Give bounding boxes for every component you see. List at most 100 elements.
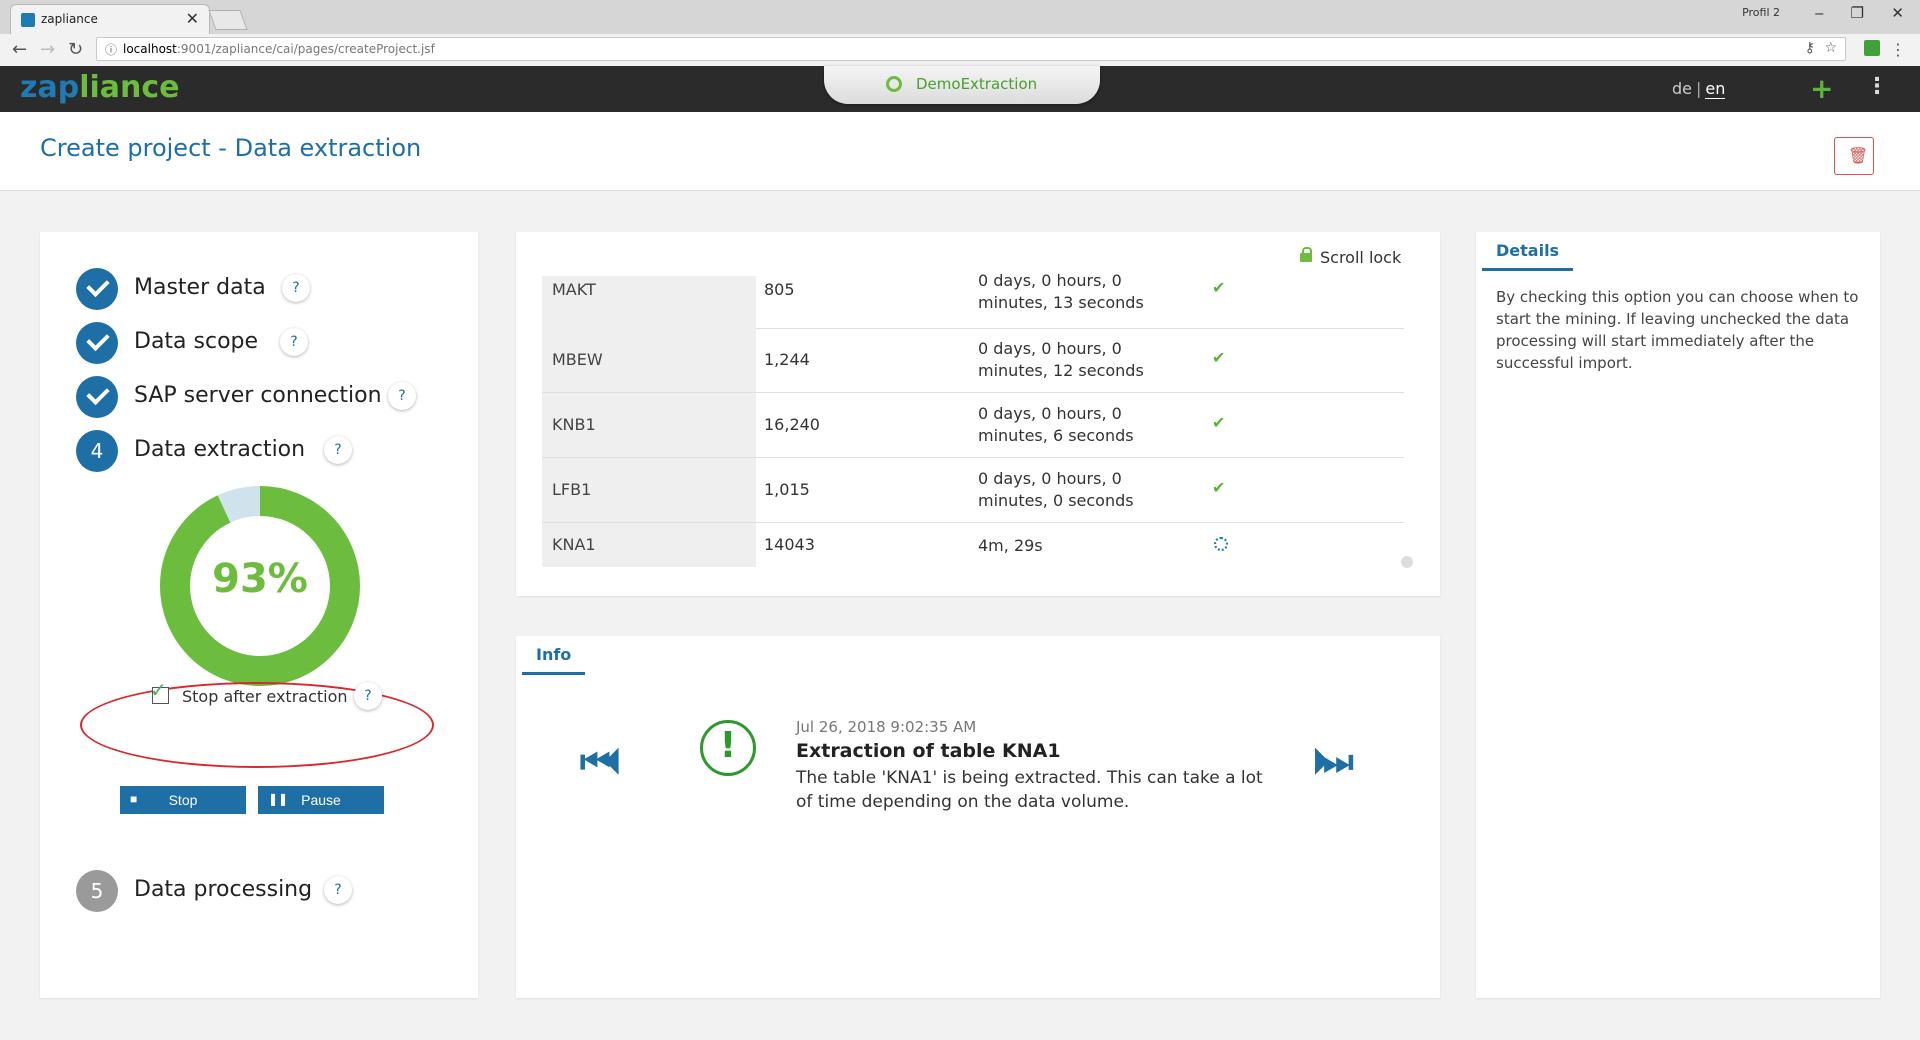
logo-part2: liance <box>79 70 180 105</box>
duration-line1: 0 days, 0 hours, 0 <box>978 404 1122 423</box>
prev-message-icons[interactable]: ⏮⏴ <box>580 742 622 782</box>
browser-tabstrip: zapliance ✕ Profil 2 ‒ ❐ ✕ <box>0 0 1920 34</box>
table-row: MAKT 805 0 days, 0 hours, 0 minutes, 13 s… <box>542 271 1404 329</box>
message-body: The table 'KNA1' is being extracted. Thi… <box>796 768 1263 812</box>
delete-button[interactable]: 🗑 <box>1834 137 1874 175</box>
minimize-icon[interactable]: ‒ <box>1814 4 1824 22</box>
trash-icon: 🗑 <box>1848 146 1869 165</box>
table-name: KNA1 <box>542 523 756 567</box>
scroll-indicator[interactable] <box>1401 556 1413 568</box>
info-panel: Info ⏮⏴ ! Jul 26, 2018 9:02:35 AM Extrac… <box>516 636 1440 998</box>
check-icon: ✔ <box>1212 348 1226 367</box>
star-icon[interactable]: ☆ <box>1824 40 1837 56</box>
address-bar[interactable]: ⓘ localhost:9001/zapliance/cai/pages/cre… <box>96 37 1846 61</box>
tab-details[interactable]: Details <box>1482 238 1574 271</box>
back-icon[interactable]: ← <box>12 39 27 60</box>
pause-button[interactable]: ❚❚ Pause <box>258 786 384 814</box>
tab-title: zapliance <box>41 12 98 26</box>
check-icon <box>76 268 118 310</box>
info-icon[interactable]: ⓘ <box>105 41 117 58</box>
next-message-icons[interactable]: ⏵⏭ <box>1312 742 1354 782</box>
help-icon[interactable]: ? <box>354 682 382 710</box>
new-tab-button[interactable] <box>208 10 248 30</box>
language-switch: de | en <box>1672 79 1726 99</box>
url-path: :9001/zapliance/cai/pages/createProject.… <box>176 42 435 56</box>
project-tab-label: DemoExtraction <box>916 75 1038 93</box>
table-name: MBEW <box>542 328 756 392</box>
check-icon <box>76 322 118 364</box>
step-label: Data extraction <box>134 437 306 462</box>
help-icon[interactable]: ? <box>324 436 352 464</box>
duration-line2: minutes, 6 seconds <box>978 426 1134 445</box>
plus-icon[interactable]: + <box>1810 72 1833 105</box>
key-icon[interactable]: ⚷ <box>1805 40 1815 56</box>
loading-spinner-icon <box>1214 537 1228 551</box>
last-message-icon[interactable]: ⏭ <box>1323 742 1354 782</box>
stop-after-extraction[interactable]: ✓ Stop after extraction ? <box>114 678 434 712</box>
lang-en[interactable]: en <box>1705 79 1726 99</box>
message-date: Jul 26, 2018 9:02:35 AM <box>796 718 977 736</box>
extraction-table-panel: Scroll lock MAKT 805 0 days, 0 hours, 0 m… <box>516 232 1440 596</box>
progress-percent: 93% <box>212 556 308 602</box>
kebab-menu-icon[interactable]: ⋮ <box>1866 74 1888 99</box>
scroll-lock-toggle[interactable]: Scroll lock <box>1300 247 1401 267</box>
extension-icon[interactable] <box>1864 40 1880 56</box>
table-row: KNA1 14043 4m, 29s <box>542 523 1404 567</box>
browser-toolbar: ← → ↻ ⓘ localhost:9001/zapliance/cai/pag… <box>0 34 1920 67</box>
duration: 0 days, 0 hours, 0 minutes, 13 seconds <box>978 270 1178 314</box>
check-icon: ✔ <box>1212 478 1226 497</box>
row-count: 1,015 <box>764 480 810 499</box>
restore-icon[interactable]: ❐ <box>1851 4 1864 22</box>
browser-tab[interactable]: zapliance ✕ <box>10 4 210 34</box>
step-label: Data scope <box>134 329 259 354</box>
close-window-icon[interactable]: ✕ <box>1891 4 1904 22</box>
project-tab[interactable]: DemoExtraction <box>824 66 1100 104</box>
zapliance-logo[interactable]: zapliance <box>20 70 180 105</box>
check-icon: ✔ <box>1212 413 1226 432</box>
message-title: Extraction of table KNA1 <box>796 740 1061 762</box>
table-name: KNB1 <box>542 393 756 457</box>
duration-line1: 0 days, 0 hours, 0 <box>978 469 1122 488</box>
lang-de[interactable]: de <box>1672 79 1692 98</box>
step-number: 4 <box>76 430 118 472</box>
step-label: Data processing <box>134 877 313 902</box>
help-icon[interactable]: ? <box>282 274 310 302</box>
step-label: SAP server connection <box>134 383 382 408</box>
step-number: 5 <box>76 870 118 912</box>
title-bar: Create project - Data extraction 🗑 <box>0 112 1920 191</box>
reload-icon[interactable]: ↻ <box>68 39 83 60</box>
tab-info[interactable]: Info <box>522 642 586 675</box>
next-message-icon[interactable]: ⏵ <box>1312 742 1329 782</box>
help-icon[interactable]: ? <box>280 328 308 356</box>
lock-icon <box>1300 247 1312 262</box>
lang-separator: | <box>1696 79 1702 98</box>
help-icon[interactable]: ? <box>324 876 352 904</box>
url-text: localhost:9001/zapliance/cai/pages/creat… <box>123 42 435 56</box>
duration-line2: minutes, 0 seconds <box>978 491 1134 510</box>
url-host: localhost <box>123 42 177 56</box>
row-count: 1,244 <box>764 350 810 369</box>
stop-button[interactable]: ■ Stop <box>120 786 246 814</box>
profile-badge[interactable]: Profil 2 <box>1742 6 1780 19</box>
forward-icon[interactable]: → <box>40 39 55 60</box>
step-label: Master data <box>134 275 266 300</box>
close-tab-icon[interactable]: ✕ <box>186 9 199 28</box>
previous-message-icon[interactable]: ⏴ <box>605 742 622 782</box>
row-count: 14043 <box>764 535 815 554</box>
details-text: By checking this option you can choose w… <box>1496 288 1859 372</box>
table-row: MBEW 1,244 0 days, 0 hours, 0 minutes, 12… <box>542 328 1404 393</box>
stop-button-label: Stop <box>168 792 198 808</box>
check-icon: ✔ <box>1212 278 1226 297</box>
duration: 0 days, 0 hours, 0 minutes, 0 seconds <box>978 468 1178 512</box>
help-icon[interactable]: ? <box>388 382 416 410</box>
table-row: LFB1 1,015 0 days, 0 hours, 0 minutes, 0 … <box>542 458 1404 523</box>
row-count: 16,240 <box>764 415 820 434</box>
duration-line2: minutes, 13 seconds <box>978 293 1144 312</box>
table-name: LFB1 <box>542 458 756 522</box>
browser-menu-icon[interactable]: ⋮ <box>1890 40 1906 59</box>
duration: 0 days, 0 hours, 0 minutes, 12 seconds <box>978 338 1178 382</box>
duration-line1: 4m, 29s <box>978 536 1043 555</box>
row-count: 805 <box>764 280 795 299</box>
details-panel: Details By checking this option you can … <box>1476 232 1880 998</box>
first-message-icon[interactable]: ⏮ <box>580 742 611 782</box>
